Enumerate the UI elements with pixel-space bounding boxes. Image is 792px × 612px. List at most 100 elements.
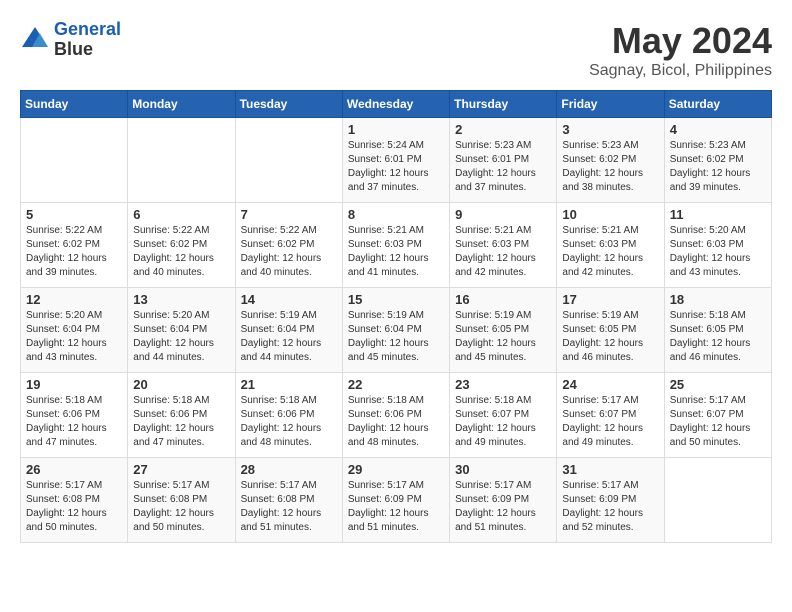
day-number: 17 [562, 292, 658, 307]
calendar-body: 1Sunrise: 5:24 AMSunset: 6:01 PMDaylight… [21, 118, 772, 543]
cell-content: Sunrise: 5:18 AMSunset: 6:07 PMDaylight:… [455, 394, 551, 450]
day-cell: 7 Sunrise: 5:22 AMSunset: 6:02 PMDaylight… [235, 203, 342, 288]
cell-content: Sunrise: 5:19 AMSunset: 6:05 PMDaylight:… [562, 309, 658, 365]
cell-content: Sunrise: 5:18 AMSunset: 6:06 PMDaylight:… [26, 394, 122, 450]
cell-content: Sunrise: 5:20 AMSunset: 6:04 PMDaylight:… [133, 309, 229, 365]
cell-content: Sunrise: 5:23 AMSunset: 6:01 PMDaylight:… [455, 139, 551, 195]
week-row-2: 5 Sunrise: 5:22 AMSunset: 6:02 PMDaylight… [21, 203, 772, 288]
day-cell: 13 Sunrise: 5:20 AMSunset: 6:04 PMDayligh… [128, 288, 235, 373]
day-number: 4 [670, 122, 766, 137]
cell-content: Sunrise: 5:18 AMSunset: 6:06 PMDaylight:… [348, 394, 444, 450]
cell-content: Sunrise: 5:20 AMSunset: 6:04 PMDaylight:… [26, 309, 122, 365]
day-cell [21, 118, 128, 203]
cell-content: Sunrise: 5:22 AMSunset: 6:02 PMDaylight:… [133, 224, 229, 280]
day-cell: 31 Sunrise: 5:17 AMSunset: 6:09 PMDayligh… [557, 458, 664, 543]
day-number: 22 [348, 377, 444, 392]
day-cell: 30 Sunrise: 5:17 AMSunset: 6:09 PMDayligh… [450, 458, 557, 543]
day-cell: 25 Sunrise: 5:17 AMSunset: 6:07 PMDayligh… [664, 373, 771, 458]
header-tuesday: Tuesday [235, 91, 342, 118]
day-cell: 3 Sunrise: 5:23 AMSunset: 6:02 PMDaylight… [557, 118, 664, 203]
page-header: General Blue May 2024 Sagnay, Bicol, Phi… [20, 20, 772, 80]
day-cell: 1Sunrise: 5:24 AMSunset: 6:01 PMDaylight… [342, 118, 449, 203]
weekday-row: Sunday Monday Tuesday Wednesday Thursday… [21, 91, 772, 118]
day-number: 14 [241, 292, 337, 307]
day-number: 31 [562, 462, 658, 477]
header-wednesday: Wednesday [342, 91, 449, 118]
cell-content: Sunrise: 5:17 AMSunset: 6:08 PMDaylight:… [133, 479, 229, 535]
day-cell: 10 Sunrise: 5:21 AMSunset: 6:03 PMDayligh… [557, 203, 664, 288]
day-number: 11 [670, 207, 766, 222]
day-number: 25 [670, 377, 766, 392]
day-number: 5 [26, 207, 122, 222]
header-sunday: Sunday [21, 91, 128, 118]
day-cell: 19Sunrise: 5:18 AMSunset: 6:06 PMDayligh… [21, 373, 128, 458]
day-cell: 27 Sunrise: 5:17 AMSunset: 6:08 PMDayligh… [128, 458, 235, 543]
day-cell [235, 118, 342, 203]
day-cell: 21 Sunrise: 5:18 AMSunset: 6:06 PMDayligh… [235, 373, 342, 458]
header-thursday: Thursday [450, 91, 557, 118]
day-number: 6 [133, 207, 229, 222]
day-number: 30 [455, 462, 551, 477]
day-number: 27 [133, 462, 229, 477]
cell-content: Sunrise: 5:21 AMSunset: 6:03 PMDaylight:… [455, 224, 551, 280]
day-cell: 20Sunrise: 5:18 AMSunset: 6:06 PMDayligh… [128, 373, 235, 458]
week-row-5: 26Sunrise: 5:17 AMSunset: 6:08 PMDayligh… [21, 458, 772, 543]
week-row-3: 12 Sunrise: 5:20 AMSunset: 6:04 PMDayligh… [21, 288, 772, 373]
logo-icon [20, 25, 50, 55]
cell-content: Sunrise: 5:23 AMSunset: 6:02 PMDaylight:… [562, 139, 658, 195]
title-block: May 2024 Sagnay, Bicol, Philippines [589, 20, 772, 80]
day-cell: 16 Sunrise: 5:19 AMSunset: 6:05 PMDayligh… [450, 288, 557, 373]
day-cell: 17 Sunrise: 5:19 AMSunset: 6:05 PMDayligh… [557, 288, 664, 373]
day-cell [664, 458, 771, 543]
day-cell: 22 Sunrise: 5:18 AMSunset: 6:06 PMDayligh… [342, 373, 449, 458]
day-number: 8 [348, 207, 444, 222]
day-cell: 18 Sunrise: 5:18 AMSunset: 6:05 PMDayligh… [664, 288, 771, 373]
day-number: 29 [348, 462, 444, 477]
day-cell: 11Sunrise: 5:20 AMSunset: 6:03 PMDayligh… [664, 203, 771, 288]
cell-content: Sunrise: 5:24 AMSunset: 6:01 PMDaylight:… [348, 139, 444, 195]
cell-content: Sunrise: 5:17 AMSunset: 6:09 PMDaylight:… [455, 479, 551, 535]
cell-content: Sunrise: 5:22 AMSunset: 6:02 PMDaylight:… [241, 224, 337, 280]
day-number: 16 [455, 292, 551, 307]
logo-text: General Blue [54, 20, 121, 60]
day-number: 2 [455, 122, 551, 137]
day-cell: 24 Sunrise: 5:17 AMSunset: 6:07 PMDayligh… [557, 373, 664, 458]
cell-content: Sunrise: 5:18 AMSunset: 6:06 PMDaylight:… [241, 394, 337, 450]
day-cell: 2 Sunrise: 5:23 AMSunset: 6:01 PMDaylight… [450, 118, 557, 203]
cell-content: Sunrise: 5:17 AMSunset: 6:09 PMDaylight:… [562, 479, 658, 535]
day-cell: 14Sunrise: 5:19 AMSunset: 6:04 PMDayligh… [235, 288, 342, 373]
day-cell [128, 118, 235, 203]
day-number: 10 [562, 207, 658, 222]
month-title: May 2024 [589, 20, 772, 62]
logo: General Blue [20, 20, 121, 60]
day-cell: 6 Sunrise: 5:22 AMSunset: 6:02 PMDaylight… [128, 203, 235, 288]
day-number: 13 [133, 292, 229, 307]
day-number: 3 [562, 122, 658, 137]
day-number: 24 [562, 377, 658, 392]
cell-content: Sunrise: 5:23 AMSunset: 6:02 PMDaylight:… [670, 139, 766, 195]
cell-content: Sunrise: 5:18 AMSunset: 6:05 PMDaylight:… [670, 309, 766, 365]
day-cell: 28Sunrise: 5:17 AMSunset: 6:08 PMDayligh… [235, 458, 342, 543]
day-number: 12 [26, 292, 122, 307]
day-number: 23 [455, 377, 551, 392]
day-number: 21 [241, 377, 337, 392]
cell-content: Sunrise: 5:21 AMSunset: 6:03 PMDaylight:… [562, 224, 658, 280]
cell-content: Sunrise: 5:17 AMSunset: 6:09 PMDaylight:… [348, 479, 444, 535]
cell-content: Sunrise: 5:17 AMSunset: 6:07 PMDaylight:… [562, 394, 658, 450]
week-row-4: 19Sunrise: 5:18 AMSunset: 6:06 PMDayligh… [21, 373, 772, 458]
cell-content: Sunrise: 5:17 AMSunset: 6:07 PMDaylight:… [670, 394, 766, 450]
day-cell: 8Sunrise: 5:21 AMSunset: 6:03 PMDaylight… [342, 203, 449, 288]
day-number: 7 [241, 207, 337, 222]
day-cell: 29 Sunrise: 5:17 AMSunset: 6:09 PMDayligh… [342, 458, 449, 543]
cell-content: Sunrise: 5:17 AMSunset: 6:08 PMDaylight:… [241, 479, 337, 535]
day-cell: 15Sunrise: 5:19 AMSunset: 6:04 PMDayligh… [342, 288, 449, 373]
cell-content: Sunrise: 5:17 AMSunset: 6:08 PMDaylight:… [26, 479, 122, 535]
cell-content: Sunrise: 5:19 AMSunset: 6:05 PMDaylight:… [455, 309, 551, 365]
cell-content: Sunrise: 5:22 AMSunset: 6:02 PMDaylight:… [26, 224, 122, 280]
location: Sagnay, Bicol, Philippines [589, 62, 772, 80]
day-cell: 4 Sunrise: 5:23 AMSunset: 6:02 PMDaylight… [664, 118, 771, 203]
day-number: 15 [348, 292, 444, 307]
day-number: 18 [670, 292, 766, 307]
calendar-table: Sunday Monday Tuesday Wednesday Thursday… [20, 90, 772, 543]
day-cell: 23 Sunrise: 5:18 AMSunset: 6:07 PMDayligh… [450, 373, 557, 458]
